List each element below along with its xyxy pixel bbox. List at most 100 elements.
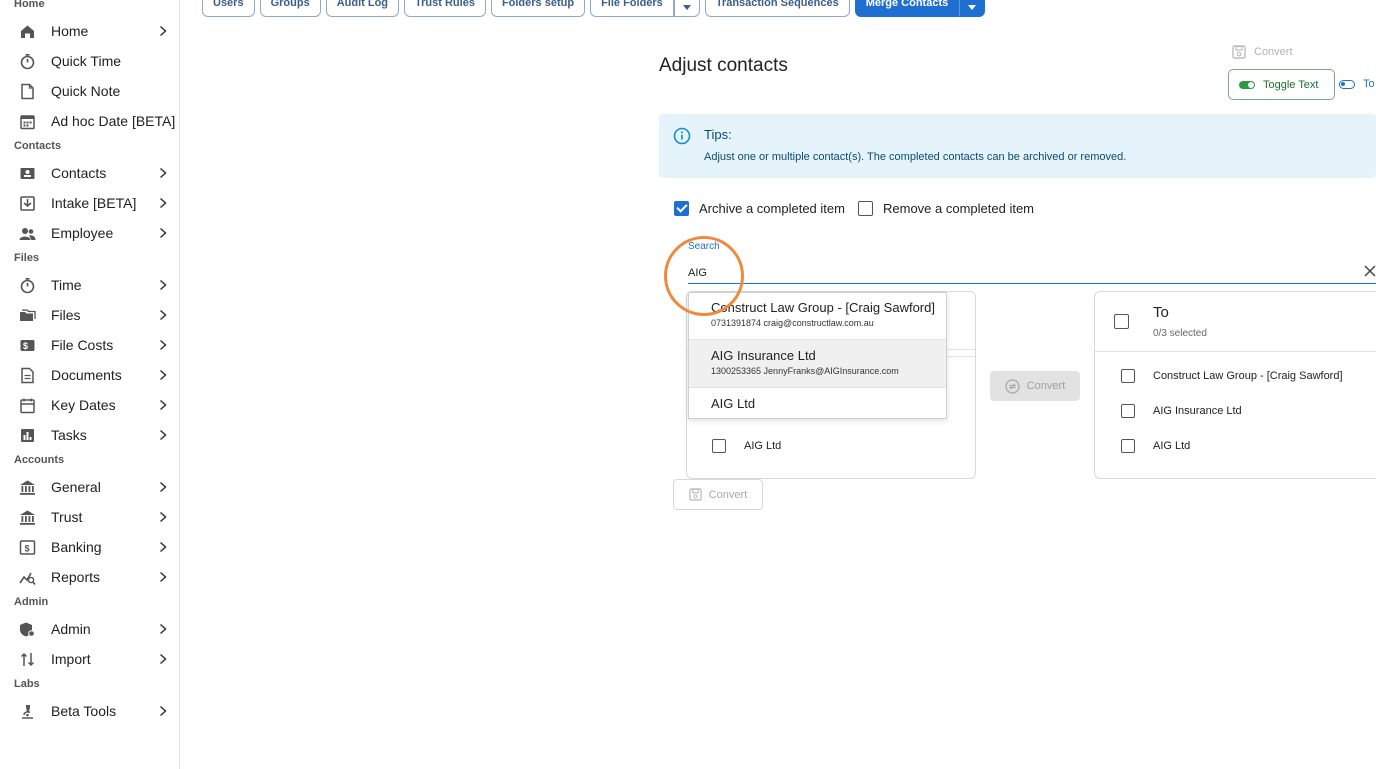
option-name: AIG Ltd — [711, 396, 756, 411]
sidebar-item-employee[interactable]: Employee — [0, 218, 179, 248]
dropdown-option[interactable]: AIG Insurance Ltd 1300253365 JennyFranks… — [689, 340, 946, 388]
sidebar-item-ad-hoc-date-beta[interactable]: Ad hoc Date [BETA] — [0, 106, 179, 136]
tab-audit-log[interactable]: Audit Log — [325, 0, 400, 17]
sidebar-item-banking[interactable]: $ Banking — [0, 532, 179, 562]
sidebar-item-quick-note[interactable]: Quick Note — [0, 76, 179, 106]
admin-shield-icon — [20, 622, 35, 637]
sidebar-item-label: Beta Tools — [51, 703, 117, 719]
search-label: Search — [688, 241, 720, 252]
bank-icon — [20, 510, 35, 525]
note-icon — [21, 83, 34, 100]
convert-selected-button[interactable]: Convert — [673, 479, 763, 510]
to-panel: To 0/3 selected Construct Law Group - [C… — [1094, 291, 1376, 479]
chevron-right-icon — [159, 197, 167, 209]
sidebar-item-quick-time[interactable]: Quick Time — [0, 46, 179, 76]
close-icon[interactable] — [1364, 265, 1376, 277]
home-icon — [21, 25, 34, 38]
sidebar-item-home[interactable]: Home — [0, 16, 179, 46]
row-checkbox[interactable] — [1121, 404, 1135, 418]
chevron-right-icon — [159, 705, 167, 717]
sidebar: Home Home Quick Time Quick Note Ad hoc Date … — [0, 0, 180, 769]
tab-users[interactable]: Users — [202, 0, 255, 17]
top-convert-button[interactable]: Convert — [1232, 45, 1293, 59]
sidebar-item-label: Reports — [51, 569, 101, 585]
tab-group-merge-contacts: Merge Contacts — [854, 0, 986, 17]
sidebar-item-key-dates[interactable]: Key Dates — [0, 390, 179, 420]
sidebar-item-label: Trust — [51, 509, 83, 525]
search-input[interactable] — [688, 262, 1376, 284]
import-arrows-icon — [20, 652, 35, 667]
folders-icon — [20, 309, 36, 321]
toggle-secondary-button[interactable]: To — [1339, 78, 1375, 90]
convert-selected-label: Convert — [708, 488, 748, 501]
row-checkbox[interactable] — [1121, 439, 1135, 453]
chevron-right-icon — [159, 481, 167, 493]
top-tab-bar: Users Groups Audit Log Trust Rules Folde… — [202, 0, 986, 17]
option-detail: 0731391874 craig@constructlaw.com.au — [711, 318, 874, 328]
caret-down-icon — [968, 4, 977, 10]
sidebar-item-label: Quick Note — [51, 83, 121, 99]
sidebar-section-heading: Contacts — [14, 140, 62, 152]
chevron-right-icon — [159, 653, 167, 665]
tab-folders-setup[interactable]: Folders setup — [490, 0, 586, 17]
sidebar-item-file-costs[interactable]: $ File Costs — [0, 330, 179, 360]
list-item[interactable]: Construct Law Group - [Craig Sawford] — [1121, 369, 1343, 383]
sidebar-item-general[interactable]: General — [0, 472, 179, 502]
remove-checkbox-row[interactable]: Remove a completed item — [858, 201, 1034, 216]
save-icon — [689, 488, 702, 501]
tab-trust-rules[interactable]: Trust Rules — [404, 0, 486, 17]
to-panel-selected-count: 0/3 selected — [1153, 328, 1207, 339]
row-checkbox[interactable] — [1121, 369, 1135, 383]
sidebar-item-label: File Costs — [51, 337, 114, 353]
list-item[interactable]: AIG Insurance Ltd — [1121, 404, 1242, 418]
chevron-right-icon — [159, 279, 167, 291]
list-item[interactable]: AIG Ltd — [1121, 439, 1190, 453]
archive-checkbox-label: Archive a completed item — [699, 201, 845, 216]
list-item[interactable]: AIG Ltd — [712, 439, 781, 453]
dropdown-option[interactable]: AIG Ltd — [689, 388, 946, 419]
select-all-checkbox[interactable] — [1114, 314, 1129, 329]
tab-transaction-sequences[interactable]: Transaction Sequences — [704, 0, 850, 17]
toggle-text-button[interactable]: Toggle Text — [1228, 69, 1335, 100]
sidebar-item-label: Key Dates — [51, 397, 116, 413]
file-folders-dropdown-button[interactable] — [673, 0, 700, 17]
document-icon — [21, 367, 34, 384]
sidebar-item-tasks[interactable]: Tasks — [0, 420, 179, 450]
sidebar-item-reports[interactable]: Reports — [0, 562, 179, 592]
tab-groups[interactable]: Groups — [259, 0, 321, 17]
sidebar-item-label: Files — [51, 307, 81, 323]
dropdown-option[interactable]: Construct Law Group - [Craig Sawford] 07… — [689, 293, 946, 340]
sidebar-item-trust[interactable]: Trust — [0, 502, 179, 532]
sidebar-item-label: Import — [51, 651, 91, 667]
toggle-secondary-label: To — [1363, 78, 1375, 90]
sidebar-item-files[interactable]: Files — [0, 300, 179, 330]
sidebar-item-intake-beta[interactable]: Intake [BETA] — [0, 188, 179, 218]
tab-merge-contacts[interactable]: Merge Contacts — [854, 0, 960, 17]
sidebar-item-import[interactable]: Import — [0, 644, 179, 674]
sidebar-item-beta-tools[interactable]: Beta Tools — [0, 696, 179, 726]
archive-checkbox-row[interactable]: Archive a completed item — [674, 201, 845, 216]
archive-checkbox[interactable] — [674, 201, 689, 216]
remove-checkbox[interactable] — [858, 201, 873, 216]
chevron-right-icon — [159, 167, 167, 179]
chevron-right-icon — [159, 309, 167, 321]
sidebar-item-documents[interactable]: Documents — [0, 360, 179, 390]
save-icon — [1232, 45, 1246, 59]
sidebar-item-time[interactable]: Time — [0, 270, 179, 300]
sidebar-item-label: Employee — [51, 225, 114, 241]
calendar-grid-icon — [20, 115, 35, 130]
sidebar-item-admin[interactable]: Admin — [0, 614, 179, 644]
sidebar-section-heading: Files — [14, 252, 40, 264]
list-item-label: AIG Insurance Ltd — [1153, 405, 1242, 417]
chevron-right-icon — [159, 399, 167, 411]
sidebar-item-label: Tasks — [51, 427, 87, 443]
convert-label: Convert — [1026, 380, 1066, 392]
sidebar-item-contacts[interactable]: Contacts — [0, 158, 179, 188]
microscope-icon — [22, 705, 33, 719]
tab-file-folders[interactable]: File Folders — [590, 0, 674, 17]
convert-button[interactable]: Convert — [990, 371, 1080, 401]
to-panel-divider — [1095, 351, 1376, 352]
row-checkbox[interactable] — [712, 439, 726, 453]
app-root: Home Home Quick Time Quick Note Ad hoc Date … — [0, 0, 1376, 769]
merge-contacts-dropdown-button[interactable] — [959, 0, 986, 17]
